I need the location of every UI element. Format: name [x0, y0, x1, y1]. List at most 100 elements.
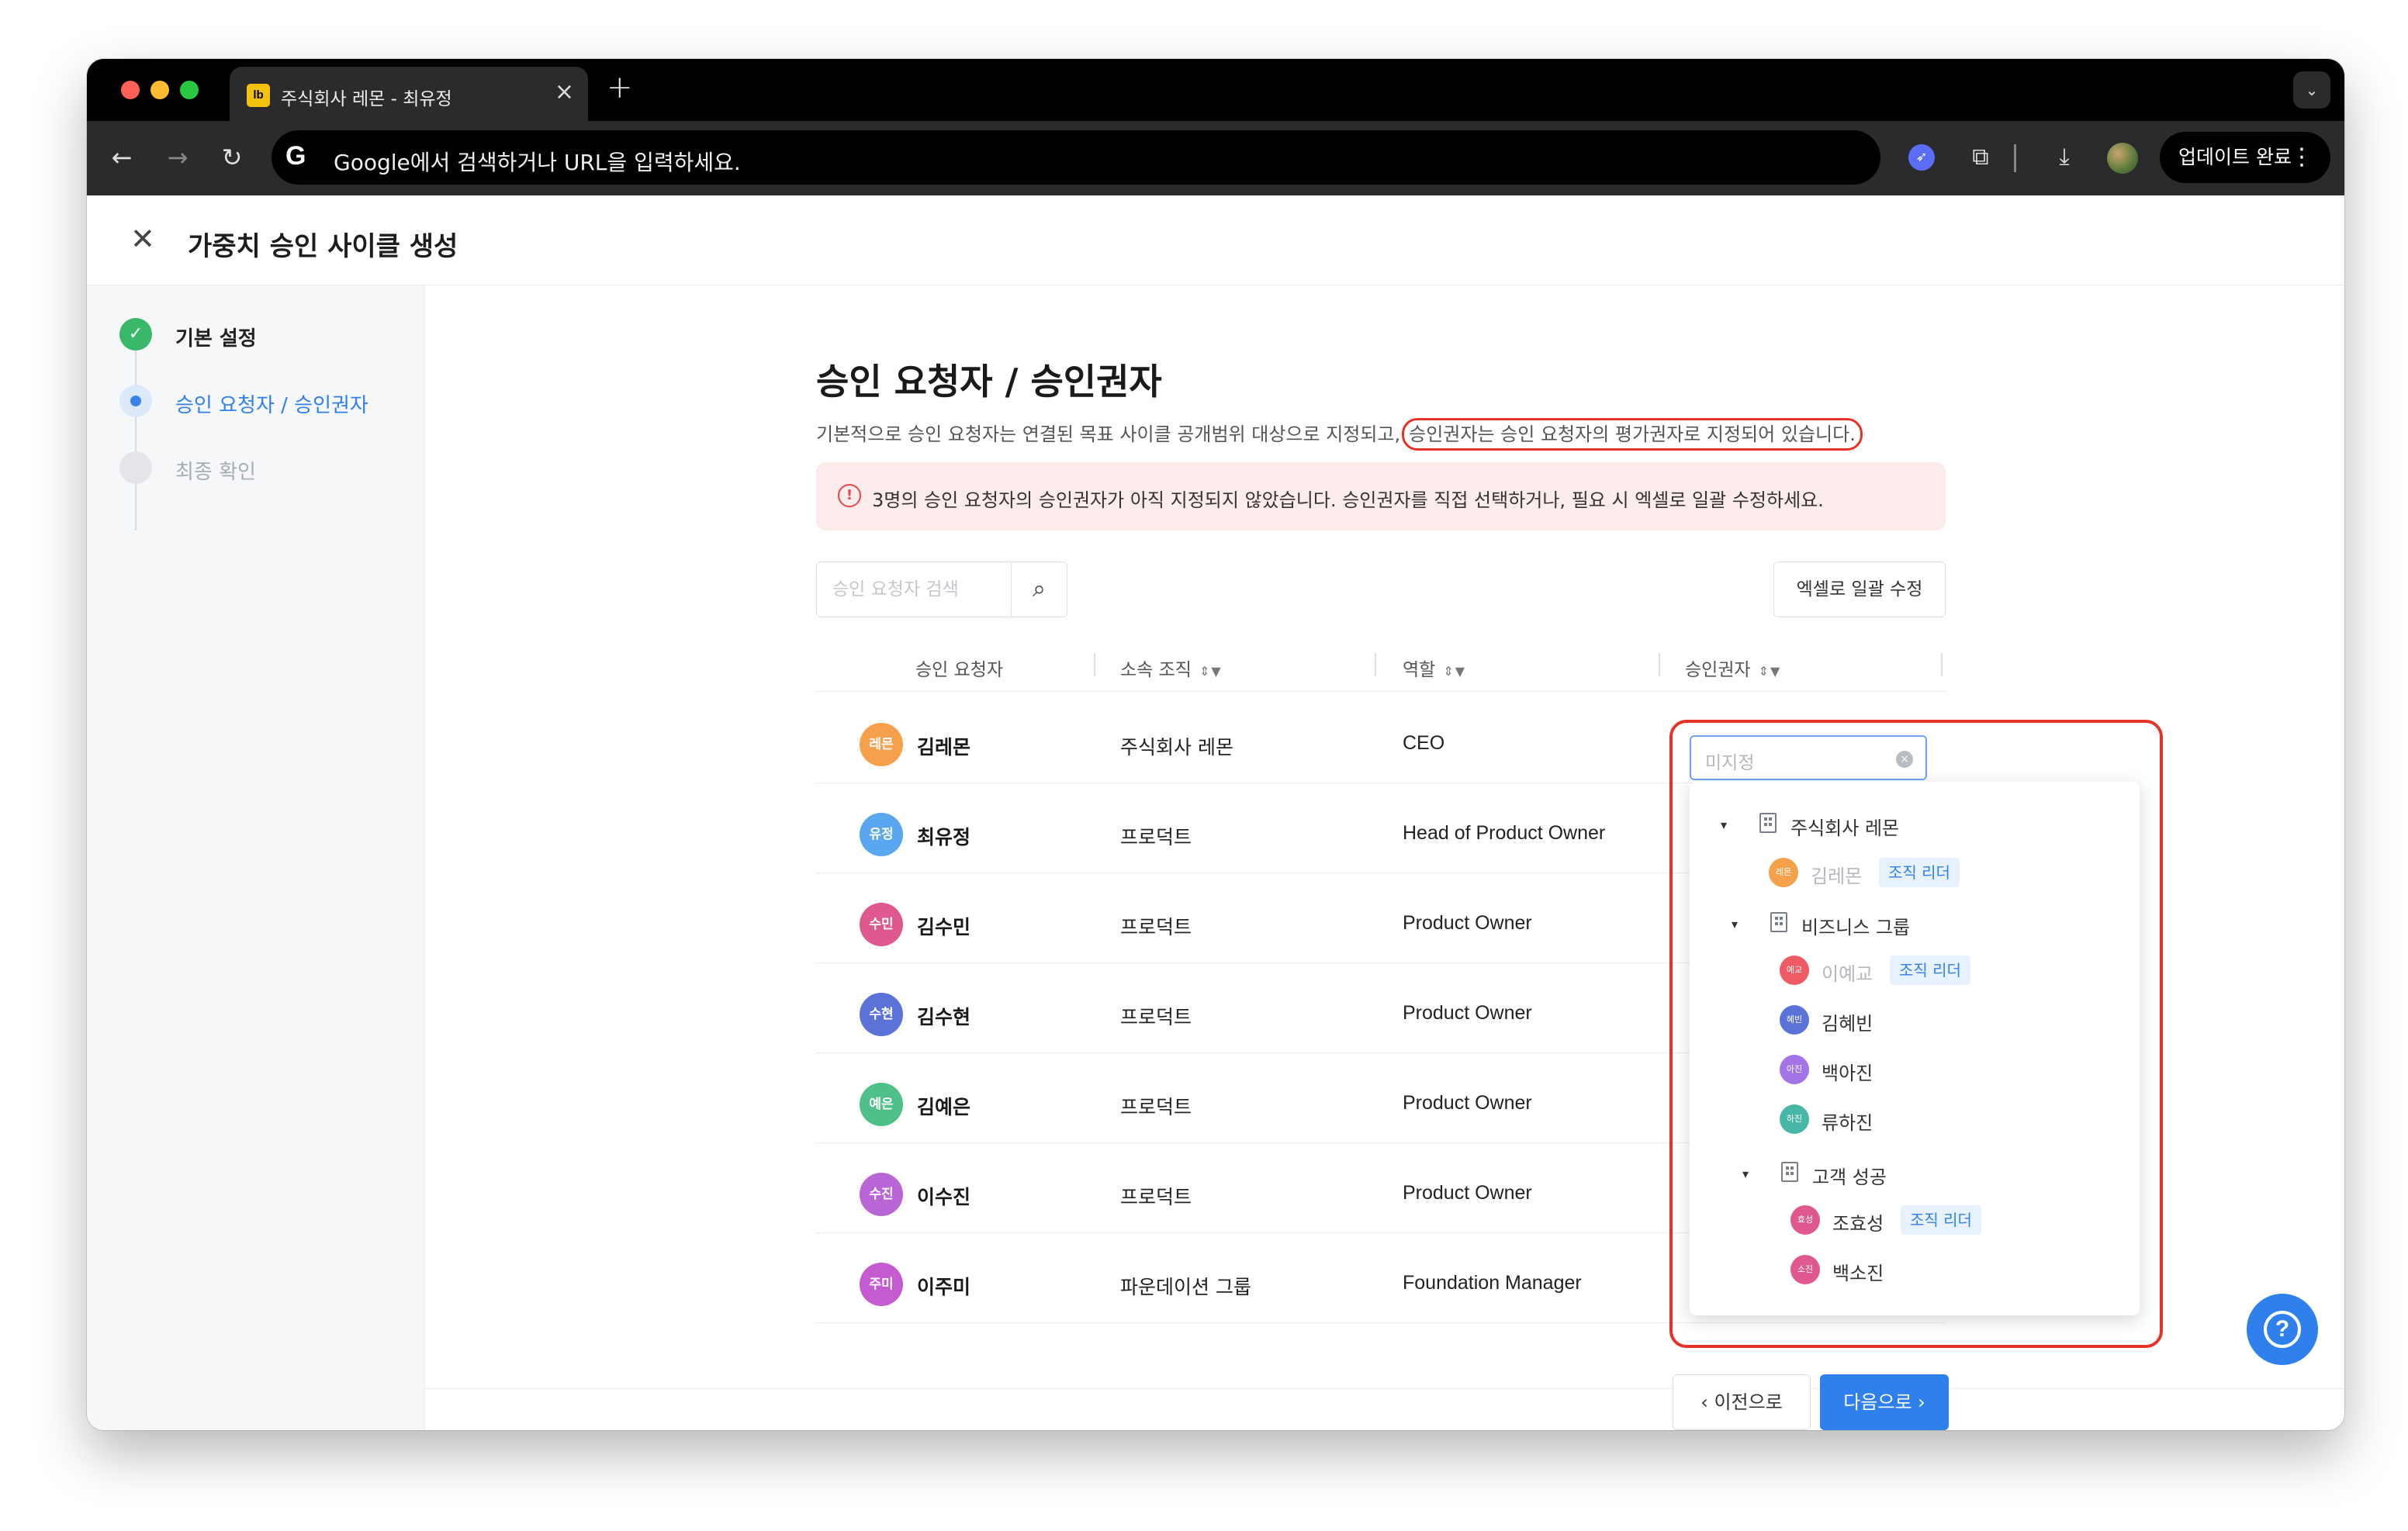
avatar: 유정	[860, 813, 903, 856]
org-node[interactable]: 비즈니스 그룹	[1801, 912, 1910, 939]
avatar: 예은	[860, 1083, 903, 1126]
extensions-puzzle-icon[interactable]: ⧉	[1963, 140, 1998, 175]
alert-text: 3명의 승인 요청자의 승인권자가 아직 지정되지 않았습니다. 승인권자를 직…	[872, 489, 1824, 511]
member-option[interactable]: 이예교	[1822, 959, 1873, 986]
update-button[interactable]: 업데이트 완료 ⋮	[2160, 132, 2330, 183]
step-connector	[135, 347, 137, 530]
member-option[interactable]: 류하진	[1822, 1108, 1873, 1135]
avatar: 소진	[1790, 1255, 1820, 1284]
address-placeholder: Google에서 검색하거나 URL을 입력하세요.	[334, 150, 741, 175]
column-org-label: 소속 조직	[1120, 660, 1192, 680]
toolbar-divider	[2014, 144, 2016, 172]
member-option[interactable]: 조효성	[1832, 1208, 1884, 1236]
section-heading: 승인 요청자 / 승인권자	[816, 361, 1162, 403]
section-description: 기본적으로 승인 요청자는 연결된 목표 사이클 공개범위 대상으로 지정되고,…	[816, 418, 1863, 451]
tab-title: 주식회사 레몬 - 최유정	[281, 89, 452, 109]
avatar: 혜빈	[1780, 1005, 1809, 1035]
caret-down-icon[interactable]: ▾	[1721, 817, 1727, 832]
more-menu-icon: ⋮	[2290, 143, 2313, 171]
column-divider	[1659, 653, 1660, 676]
description-highlight: 승인권자는 승인 요청자의 평가권자로 지정되어 있습니다.	[1402, 418, 1863, 451]
org-node[interactable]: 고객 성공	[1812, 1162, 1887, 1189]
approver-placeholder: 미지정	[1705, 753, 1755, 773]
tab-search-icon[interactable]: ⌄	[2293, 71, 2330, 109]
column-divider	[1094, 653, 1095, 676]
member-option[interactable]: 김혜빈	[1822, 1008, 1873, 1035]
download-icon[interactable]: ⤓	[2046, 140, 2082, 175]
requester-name: 이수진	[917, 1186, 971, 1208]
step-label: 최종 확인	[175, 461, 256, 484]
profile-avatar[interactable]	[2107, 143, 2138, 174]
next-label: 다음으로	[1843, 1391, 1912, 1413]
warning-alert: ! 3명의 승인 요청자의 승인권자가 아직 지정되지 않았습니다. 승인권자를…	[816, 462, 1946, 530]
help-icon: ?	[2264, 1311, 2301, 1348]
requester-org: 주식회사 레몬	[1120, 736, 1233, 759]
minimize-window-button[interactable]	[150, 81, 169, 99]
member-option[interactable]: 백아진	[1822, 1058, 1873, 1085]
step-label: 승인 요청자 / 승인권자	[175, 394, 368, 417]
column-divider	[1375, 653, 1376, 676]
requester-name: 김예은	[917, 1096, 971, 1118]
search-icon[interactable]: ⌕	[1011, 562, 1067, 617]
requester-role: Product Owner	[1403, 1002, 1532, 1024]
back-icon[interactable]: ←	[102, 138, 141, 177]
avatar: 효성	[1790, 1205, 1820, 1235]
google-icon: G	[285, 141, 306, 171]
maximize-window-button[interactable]	[180, 81, 199, 99]
browser-toolbar: ← → ↻ G Google에서 검색하거나 URL을 입력하세요. ➶ ⧉ ⤓…	[87, 121, 2344, 195]
member-option[interactable]: 백소진	[1832, 1258, 1884, 1285]
building-icon	[1770, 912, 1787, 932]
column-role[interactable]: 역할 ⇕▼	[1403, 655, 1466, 681]
clear-icon[interactable]: ×	[1896, 751, 1913, 768]
page-title: 가중치 승인 사이클 생성	[188, 231, 458, 262]
previous-button[interactable]: ‹ 이전으로	[1673, 1374, 1811, 1430]
caret-down-icon[interactable]: ▾	[1732, 917, 1738, 931]
member-option[interactable]: 김레몬	[1811, 861, 1862, 888]
leader-badge: 조직 리더	[1879, 858, 1960, 887]
avatar: 수진	[860, 1173, 903, 1216]
requester-org: 프로덕트	[1120, 1186, 1192, 1208]
caret-down-icon[interactable]: ▾	[1742, 1166, 1749, 1181]
search-input[interactable]	[817, 562, 1011, 617]
requester-role: Product Owner	[1403, 1092, 1532, 1114]
approver-select[interactable]: 미지정 ×	[1690, 735, 1927, 780]
avatar: 예교	[1780, 956, 1809, 985]
description-text: 기본적으로 승인 요청자는 연결된 목표 사이클 공개범위 대상으로 지정되고,	[816, 423, 1401, 445]
requester-name: 김수현	[917, 1006, 971, 1028]
sort-filter-icon[interactable]: ⇕▼	[1443, 664, 1466, 679]
avatar: 수민	[860, 903, 903, 946]
column-requester: 승인 요청자	[915, 660, 1004, 680]
close-icon[interactable]: ✕	[130, 222, 155, 256]
requester-org: 프로덕트	[1120, 1096, 1192, 1118]
requester-org: 프로덕트	[1120, 1006, 1192, 1028]
column-divider	[1941, 653, 1943, 676]
requester-role: Product Owner	[1403, 912, 1532, 934]
requester-name: 김레몬	[917, 736, 971, 759]
help-button[interactable]: ?	[2247, 1294, 2318, 1365]
new-tab-icon[interactable]: +	[607, 70, 633, 105]
requester-role: Product Owner	[1403, 1182, 1532, 1204]
requester-name: 이주미	[917, 1276, 971, 1298]
avatar: 수현	[860, 993, 903, 1036]
leader-badge: 조직 리더	[1890, 956, 1970, 985]
requester-org: 프로덕트	[1120, 916, 1192, 938]
extension-app-icon[interactable]: ➶	[1908, 144, 1935, 171]
excel-bulk-edit-button[interactable]: 엑셀로 일괄 수정	[1773, 562, 1946, 617]
step-sidebar: ✓ 기본 설정 승인 요청자 / 승인권자 최종 확인	[87, 285, 425, 1430]
forward-icon[interactable]: →	[158, 138, 197, 177]
next-button[interactable]: 다음으로 ›	[1820, 1374, 1949, 1430]
column-org[interactable]: 소속 조직 ⇕▼	[1120, 655, 1223, 681]
reload-icon[interactable]: ↻	[213, 138, 251, 177]
address-bar[interactable]: G Google에서 검색하거나 URL을 입력하세요.	[272, 130, 1880, 185]
close-window-button[interactable]	[121, 81, 140, 99]
alert-icon: !	[838, 484, 861, 507]
browser-tab[interactable]: lb 주식회사 레몬 - 최유정 ×	[230, 67, 588, 121]
sort-filter-icon[interactable]: ⇕▼	[1759, 664, 1782, 679]
avatar: 레몬	[1769, 858, 1798, 887]
org-node[interactable]: 주식회사 레몬	[1790, 813, 1899, 840]
column-approver[interactable]: 승인권자 ⇕▼	[1685, 655, 1781, 681]
sort-filter-icon[interactable]: ⇕▼	[1199, 664, 1223, 679]
column-approver-label: 승인권자	[1685, 660, 1751, 680]
building-icon	[1759, 813, 1777, 833]
tab-close-icon[interactable]: ×	[555, 81, 574, 104]
